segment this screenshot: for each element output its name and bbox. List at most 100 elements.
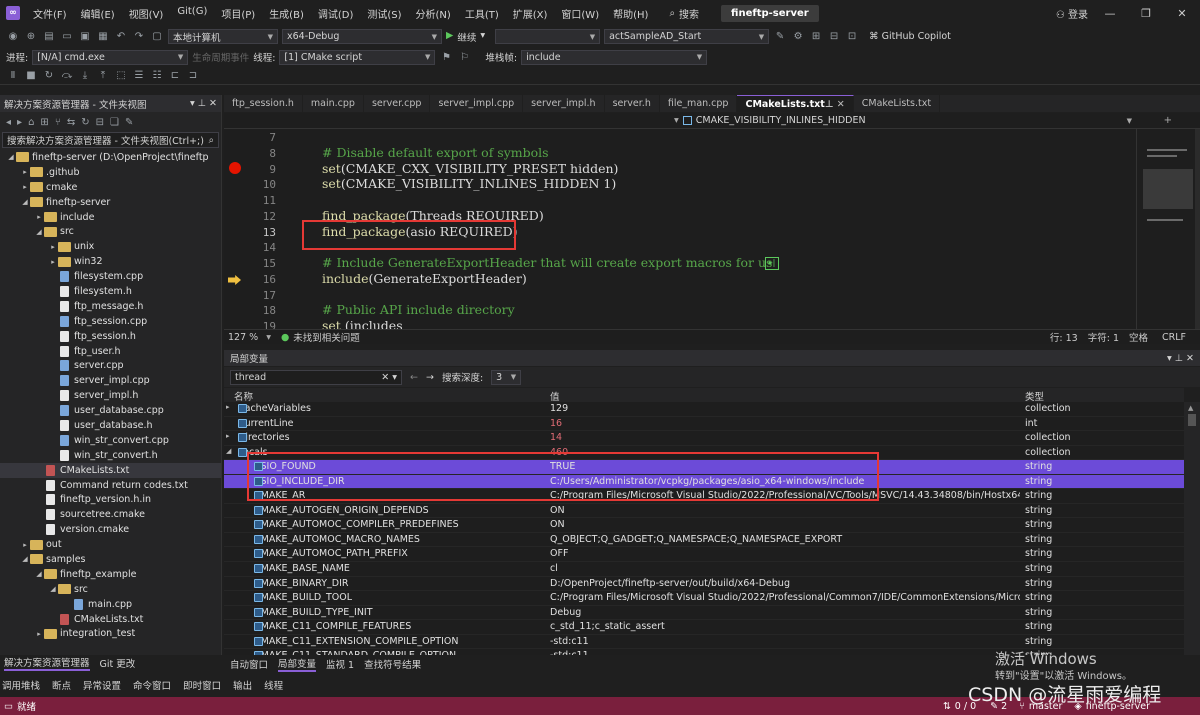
code-line[interactable]: set (includes [322,318,403,329]
chevron-right-icon[interactable]: ▸ [34,630,44,638]
tree-item[interactable]: filesystem.cpp [0,269,221,284]
git-icon[interactable]: ⑂ [55,117,61,128]
comment-icon[interactable]: ☰ [132,70,146,81]
panel-pin-icon[interactable]: ▾ ⊥ ✕ [190,98,217,109]
refresh-icon[interactable]: ↻ [81,117,89,128]
save-all-icon[interactable]: ▦ [96,31,110,42]
var-value[interactable]: cl [550,563,1020,574]
issues-status[interactable]: 未找到相关问题 [293,330,360,344]
tree-item[interactable]: ▸ integration_test [0,627,221,642]
chevron-right-icon[interactable]: ▸ [20,541,30,549]
header-value[interactable]: 值 [550,389,560,403]
var-value[interactable]: -std:c11 [550,650,1020,655]
back-icon[interactable]: ◉ [6,31,20,42]
locals-row[interactable]: CurrentLine 16 int [224,417,1184,432]
locals-row[interactable]: CMAKE_AUTOGEN_ORIGIN_DEPENDS ON string [224,504,1184,519]
menu-item[interactable]: 扩展(X) [506,6,555,21]
tree-item[interactable]: CMakeLists.txt [0,612,221,627]
editor-tab[interactable]: file_man.cpp [660,95,738,112]
output-tab[interactable]: 断点 [52,678,71,692]
code-line[interactable]: # Public API include directory [322,302,515,317]
switch-views-icon[interactable]: ⊞ [40,117,48,128]
tree-item[interactable]: win_str_convert.h [0,448,221,463]
tools-icon[interactable]: ✎ [773,31,787,42]
menu-item[interactable]: 文件(F) [26,6,74,21]
tab-watch1[interactable]: 监视 1 [326,657,354,671]
panel-pin-icon[interactable]: ▾ ⊥ ✕ [1167,353,1194,364]
locals-search-input[interactable]: thread ✕ ▾ [230,369,402,385]
chevron-down-icon[interactable]: ◢ [48,585,58,593]
code-line[interactable]: set(CMAKE_CXX_VISIBILITY_PRESET hidden) [322,161,618,176]
blank-combo[interactable]: ▼ [495,29,601,44]
chevron-right-icon[interactable]: ▸ [48,258,58,266]
new-project-icon[interactable]: ▤ [42,31,56,42]
chevron-down-icon[interactable]: ◢ [34,570,44,578]
line-ending[interactable]: CRLF [1162,332,1186,343]
redo-icon[interactable]: ↷ [132,31,146,42]
copilot-button[interactable]: ⌘ GitHub Copilot [869,31,951,42]
tree-item[interactable]: ftp_session.h [0,329,221,344]
target-combo[interactable]: 本地计算机 ▼ [168,29,278,44]
output-tab[interactable]: 异常设置 [83,678,121,692]
editor-scrollbar[interactable] [1195,129,1200,329]
uncomment-icon[interactable]: ☷ [150,70,164,81]
tree-item[interactable]: main.cpp [0,597,221,612]
editor-tab[interactable]: server_impl.cpp [430,95,524,112]
search-prev-icon[interactable]: ← [410,372,418,383]
back-icon[interactable]: ◂ [6,117,11,128]
tree-item[interactable]: ◢ src [0,582,221,597]
chevron-right-icon[interactable]: ▸ [34,213,44,221]
chevron-right-icon[interactable]: ▸ [48,243,58,251]
step-into-icon[interactable]: ⤓ [78,70,92,81]
locals-row[interactable]: CMAKE_AUTOMOC_COMPILER_PREDEFINES ON strin… [224,518,1184,533]
login-button[interactable]: ⚇ 登录 [1056,6,1088,21]
menu-item[interactable]: 调试(D) [311,6,361,21]
search-next-icon[interactable]: → [426,372,434,383]
minimize-icon[interactable]: — [1092,0,1128,26]
var-value[interactable]: OFF [550,548,1020,559]
bookmark-icon[interactable]: ⬚ [114,70,128,81]
grid-icon[interactable]: ⊡ [845,31,859,42]
code-editor[interactable]: 7 8 9 10 11 12 13 14 15 16 17 18 19 # Disable defaul… [224,129,1136,329]
lifecycle-events[interactable]: 生命周期事件 [192,50,249,64]
home-icon[interactable]: ⌂ [28,117,34,128]
tree-item[interactable]: fineftp_version.h.in [0,492,221,507]
var-value[interactable]: D:/OpenProject/fineftp-server/out/build/… [550,578,1020,589]
forward-icon[interactable]: ▸ [17,117,22,128]
var-value[interactable]: -std:c11 [550,636,1020,647]
editor-tab[interactable]: server_impl.h [523,95,605,112]
format-icon[interactable]: ⊟ [827,31,841,42]
tree-item[interactable]: filesystem.h [0,284,221,299]
tree-item[interactable]: win_str_convert.cpp [0,433,221,448]
locals-row[interactable]: CMAKE_C11_COMPILE_FEATURES c_std_11;c_sta… [224,620,1184,635]
breakpoint-icon[interactable] [229,162,241,174]
forward-icon[interactable]: ⊕ [24,31,38,42]
pause-icon[interactable]: Ⅱ [6,70,20,81]
var-value[interactable]: Debug [550,607,1020,618]
tree-item[interactable]: ◢ fineftp_example [0,567,221,582]
header-name[interactable]: 名称 [234,389,253,403]
output-tab[interactable]: 命令窗口 [133,678,171,692]
stop-icon[interactable]: ■ [24,70,38,81]
code-line[interactable]: # Disable default export of symbols [322,145,549,160]
var-value[interactable]: 16 [550,418,1020,429]
var-value[interactable]: c_std_11;c_static_assert [550,621,1020,632]
locals-row[interactable]: CMAKE_BUILD_TOOL C:/Program Files/Microso… [224,591,1184,606]
var-value[interactable]: ON [550,505,1020,516]
close-icon[interactable]: ✕ [1164,0,1200,26]
pin-icon[interactable]: ⊞ [809,31,823,42]
locals-row[interactable]: CMAKE_BINARY_DIR D:/OpenProject/fineftp-s… [224,577,1184,592]
split-icon[interactable]: + [1164,115,1172,126]
clear-icon[interactable]: ✕ ▾ [381,372,397,383]
code-line[interactable]: set(CMAKE_VISIBILITY_INLINES_HIDDEN 1) [322,176,616,191]
locals-row[interactable]: CMAKE_AUTOMOC_PATH_PREFIX OFF string [224,547,1184,563]
menu-item[interactable]: 测试(S) [360,6,408,21]
chevron-right-icon[interactable]: ▸ [20,168,30,176]
header-type[interactable]: 类型 [1025,389,1044,403]
menu-item[interactable]: 帮助(H) [606,6,655,21]
locals-row[interactable]: CMAKE_AUTOMOC_MACRO_NAMES Q_OBJECT;Q_GADG… [224,533,1184,548]
locals-row[interactable]: CMAKE_BASE_NAME cl string [224,562,1184,577]
settings-icon[interactable]: ⚙ [791,31,805,42]
expand-icon[interactable]: ◢ [226,447,236,455]
tree-item[interactable]: ▸ unix [0,239,221,254]
